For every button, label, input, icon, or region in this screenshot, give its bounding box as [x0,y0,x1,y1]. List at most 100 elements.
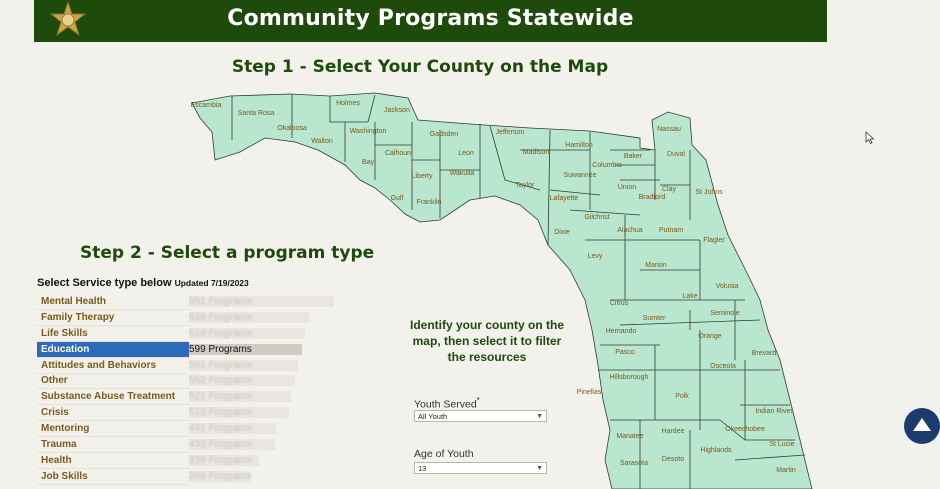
county-label[interactable]: St Lucie [769,441,794,448]
step2-heading: Step 2 - Select a program type [80,243,375,263]
county-label[interactable]: Bradford [639,194,666,201]
county-label[interactable]: Dixie [554,229,570,236]
county-label[interactable]: Orange [698,333,721,340]
service-type-label: Mentoring [37,421,189,438]
county-label[interactable]: St Johns [695,189,723,196]
county-label[interactable]: Hardee [662,428,685,435]
county-label[interactable]: Sumter [643,315,666,322]
county-label[interactable]: Escambia [191,102,222,109]
county-label[interactable]: Washington [350,128,387,135]
youth-served-label: Youth Served* [414,396,480,411]
county-label[interactable]: Volusia [716,283,739,290]
map-instructions: Identify your county on the map, then se… [409,318,564,364]
county-label[interactable]: Lake [682,293,697,300]
county-label[interactable]: Flagler [703,237,725,244]
county-label[interactable]: Highlands [700,447,732,454]
service-type-row[interactable]: Life Skills 614 Programs [37,326,337,342]
service-type-label: Select Service type below [37,277,172,289]
service-type-row[interactable]: Mental Health 951 Programs [37,294,337,310]
county-label[interactable]: Duval [667,151,685,158]
county-label[interactable]: Pasco [615,349,635,356]
county-label[interactable]: Manatee [616,433,643,440]
program-count: 339 Programs [189,454,252,466]
county-label[interactable]: Marion [645,262,667,269]
youth-served-select[interactable]: All Youth ▼ [414,410,547,422]
service-type-row[interactable]: Other 552 Programs [37,373,337,390]
county-label[interactable]: Levy [588,253,603,260]
county-label[interactable]: Sarasota [620,460,648,467]
county-label[interactable]: Desoto [662,456,684,463]
county-label[interactable]: Seminole [710,310,739,317]
service-type-label: Life Skills [37,326,189,342]
county-label[interactable]: Union [618,184,636,191]
service-type-label: Mental Health [37,294,189,310]
age-of-youth-label: Age of Youth [414,448,474,460]
county-label[interactable]: Citrus [610,300,629,307]
county-label[interactable]: Jefferson [496,129,525,136]
county-label[interactable]: Osceola [710,363,736,370]
service-type-row[interactable]: Attitudes and Behaviors 561 Programs [37,358,337,374]
county-label[interactable]: Taylor [516,182,535,189]
scroll-to-top-button[interactable] [904,408,940,444]
county-label[interactable]: Martin [776,467,796,474]
county-label[interactable]: Alachua [617,227,642,234]
county-label[interactable]: Walton [311,138,333,145]
county-label[interactable]: Gilchrist [584,214,609,221]
county-label[interactable]: Holmes [336,100,360,107]
service-type-row[interactable]: Job Skills 288 Programs [37,469,337,485]
program-count: 951 Programs [189,296,252,307]
county-label[interactable]: Okaloosa [277,125,307,132]
county-label[interactable]: Wakulla [450,170,475,177]
service-type-row[interactable]: Mentoring 441 Programs [37,421,337,438]
updated-date: Updated 7/19/2023 [174,278,249,288]
county-label[interactable]: Suwannee [563,172,596,179]
age-of-youth-select[interactable]: 13 ▼ [414,462,547,474]
county-label[interactable]: Okeechobee [725,426,765,433]
service-type-row[interactable]: Substance Abuse Treatment 521 Programs [37,389,337,406]
chevron-down-icon: ▼ [536,465,543,472]
county-label[interactable]: Hernando [606,328,637,335]
county-label[interactable]: Clay [662,186,677,193]
county-label[interactable]: Polk [675,393,689,400]
county-label[interactable]: Indian River [755,408,793,415]
county-label[interactable]: Gulf [391,195,404,202]
county-label[interactable]: Bay [362,159,375,166]
program-count: 513 Programs [189,407,252,419]
program-count: 521 Programs [189,391,252,403]
program-count: 288 Programs [189,470,252,482]
county-label[interactable]: Putnam [659,227,683,234]
county-label[interactable]: Jackson [384,107,410,114]
service-type-label: Education [37,341,189,358]
county-label[interactable]: Nassau [657,126,681,133]
service-type-label: Job Skills [37,469,189,485]
service-type-label: Attitudes and Behaviors [37,358,189,374]
county-label[interactable]: Gadsden [430,131,459,138]
county-label[interactable]: Columbia [592,162,622,169]
county-label[interactable]: Liberty [411,173,433,180]
service-type-label: Other [37,373,189,390]
county-label[interactable]: Brevard [752,350,777,357]
service-type-list: Mental Health 951 Programs Family Therapy 6… [37,294,337,485]
program-count: 638 Programs [189,311,252,323]
service-type-label: Health [37,453,189,469]
county-label[interactable]: Pinellas [577,389,602,396]
county-label[interactable]: Calhoun [385,150,411,157]
program-count: 433 Programs [189,439,252,451]
county-label[interactable]: Leon [458,150,474,157]
program-count: 614 Programs [189,327,252,339]
program-count: 599 Programs [189,343,252,355]
county-label[interactable]: Madison [523,149,550,156]
county-label[interactable]: Santa Rosa [238,110,275,117]
service-type-row[interactable]: Health 339 Programs [37,453,337,469]
service-type-row[interactable]: Crisis 513 Programs [37,405,337,422]
county-label[interactable]: Lafayette [550,195,579,202]
county-label[interactable]: Franklin [417,199,442,206]
county-label[interactable]: Hillsborough [610,374,649,381]
county-label[interactable]: Baker [624,153,643,160]
service-type-row[interactable]: Education 599 Programs [37,341,337,358]
service-type-row[interactable]: Family Therapy 638 Programs [37,310,337,326]
county-label[interactable]: Hamilton [565,142,593,149]
service-type-row[interactable]: Trauma 433 Programs [37,437,337,454]
step1-heading: Step 1 - Select Your County on the Map [231,57,609,77]
service-type-label: Trauma [37,437,189,454]
